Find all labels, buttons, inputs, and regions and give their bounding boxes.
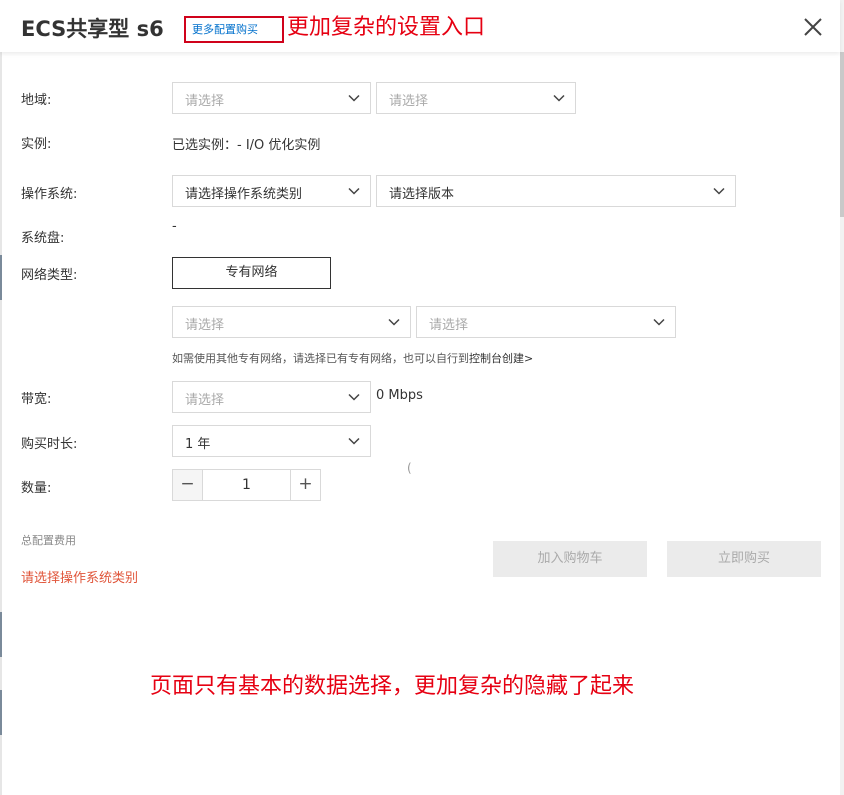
- scrollbar-thumb[interactable]: [840, 52, 844, 217]
- chevron-down-icon: [348, 187, 360, 195]
- left-edge-mark: [0, 612, 2, 657]
- system-disk-value: -: [172, 219, 177, 234]
- stray-character: (: [407, 461, 412, 475]
- duration-label: 购买时长:: [21, 437, 78, 452]
- decrement-button[interactable]: −: [173, 470, 203, 500]
- annotation-top: 更加复杂的设置入口: [287, 15, 486, 40]
- annotation-bottom: 页面只有基本的数据选择，更加复杂的隐藏了起来: [150, 674, 635, 699]
- quantity-label: 数量:: [21, 481, 52, 496]
- vpc-select-placeholder: 请选择: [185, 318, 225, 333]
- network-hint-text: 如需使用其他专有网络，请选择已有专有网络，也可以自行到: [172, 352, 469, 365]
- chevron-down-icon: [553, 94, 565, 102]
- duration-select[interactable]: 1 年: [172, 425, 371, 457]
- region-select[interactable]: 请选择: [172, 82, 371, 114]
- left-edge: [0, 0, 2, 795]
- bandwidth-select-placeholder: 请选择: [185, 393, 225, 408]
- quantity-input[interactable]: 1: [203, 470, 290, 500]
- region-select-placeholder: 请选择: [185, 94, 225, 109]
- os-type-select-text: 请选择操作系统类别: [185, 187, 303, 202]
- dialog-header: ECS共享型 s6 更多配置购买 更加复杂的设置入口: [0, 0, 840, 52]
- buy-now-button[interactable]: 立即购买: [667, 541, 821, 577]
- os-version-select-text: 请选择版本: [389, 187, 455, 202]
- instance-value: 已选实例：- I/O 优化实例: [172, 138, 321, 153]
- chevron-down-icon: [348, 393, 360, 401]
- system-disk-label: 系统盘:: [21, 231, 65, 246]
- vswitch-select[interactable]: 请选择: [416, 306, 676, 338]
- network-hint: 如需使用其他专有网络，请选择已有专有网络，也可以自行到控制台创建>: [172, 350, 533, 366]
- region-label: 地域:: [21, 93, 52, 108]
- total-cost-value: 请选择操作系统类别: [21, 571, 139, 586]
- more-config-link[interactable]: 更多配置购买: [184, 16, 284, 43]
- close-icon[interactable]: [800, 14, 826, 40]
- vpc-select[interactable]: 请选择: [172, 306, 411, 338]
- left-edge-mark: [0, 690, 2, 735]
- os-label: 操作系统:: [21, 187, 78, 202]
- chevron-down-icon: [713, 187, 725, 195]
- zone-select-placeholder: 请选择: [389, 94, 429, 109]
- dialog-title: ECS共享型 s6: [21, 17, 164, 41]
- bandwidth-label: 带宽:: [21, 392, 52, 407]
- console-create-link[interactable]: 控制台创建>: [469, 352, 533, 365]
- increment-button[interactable]: +: [290, 470, 320, 500]
- total-cost-label: 总配置费用: [21, 534, 76, 547]
- chevron-down-icon: [348, 94, 360, 102]
- zone-select[interactable]: 请选择: [376, 82, 576, 114]
- network-type-label: 网络类型:: [21, 268, 78, 283]
- bandwidth-value: 0 Mbps: [376, 388, 423, 403]
- chevron-down-icon: [388, 318, 400, 326]
- bandwidth-select[interactable]: 请选择: [172, 381, 371, 413]
- vpc-network-button[interactable]: 专有网络: [172, 257, 331, 289]
- quantity-stepper: − 1 +: [172, 469, 321, 501]
- left-edge-mark: [0, 255, 2, 300]
- add-to-cart-button[interactable]: 加入购物车: [493, 541, 647, 577]
- instance-label: 实例:: [21, 137, 52, 152]
- chevron-down-icon: [348, 437, 360, 445]
- os-type-select[interactable]: 请选择操作系统类别: [172, 175, 371, 207]
- duration-select-value: 1 年: [185, 437, 211, 452]
- os-version-select[interactable]: 请选择版本: [376, 175, 736, 207]
- chevron-down-icon: [653, 318, 665, 326]
- vswitch-select-placeholder: 请选择: [429, 318, 469, 333]
